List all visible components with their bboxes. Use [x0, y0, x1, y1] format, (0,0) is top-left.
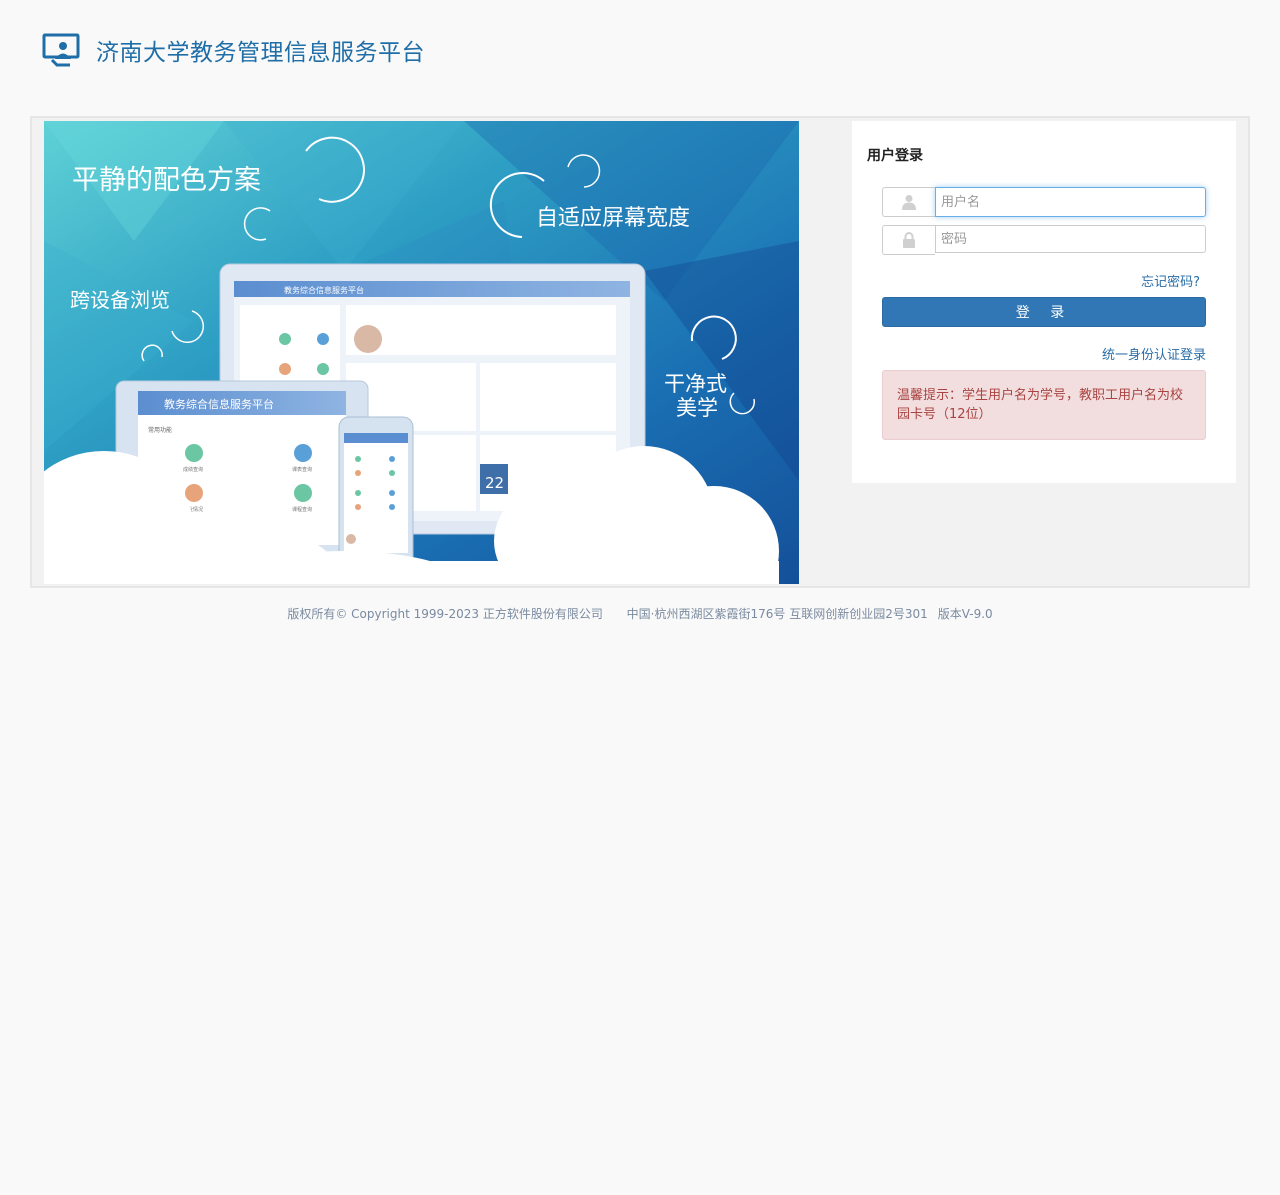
tile-label: 课程查询: [292, 506, 312, 513]
tile-label: 课表查询: [292, 466, 312, 473]
banner-illustration: 平静的配色方案 自适应屏幕宽度 跨设备浏览 干净式 美学 教务综合信息服务平台: [44, 121, 799, 584]
login-title: 用户登录: [867, 148, 923, 164]
footer-version: 版本V-9.0: [937, 607, 993, 621]
login-notice: 温馨提示：学生用户名为学号，教职工用户名为校园卡号（12位）: [882, 370, 1206, 440]
slogan-cross-device: 跨设备浏览: [70, 288, 170, 312]
lock-icon: [882, 225, 935, 255]
slogan-clean-line1: 干净式: [664, 372, 727, 396]
login-panel: 用户登录 忘记密码? 登 录 统一身份认证登录 温馨提示：学生用户名为学号，教: [852, 121, 1236, 483]
slogan-responsive: 自适应屏幕宽度: [536, 206, 690, 231]
calendar-day: 22: [485, 474, 504, 492]
footer: 版权所有© Copyright 1999-2023 正方软件股份有限公司 中国·…: [0, 605, 1280, 622]
tablet-section-title: 常用功能: [148, 426, 172, 434]
tablet-screen-title: 教务综合信息服务平台: [164, 397, 274, 411]
username-row: [882, 187, 1206, 217]
site-title: 济南大学教务管理信息服务平台: [96, 40, 425, 66]
username-input[interactable]: [935, 187, 1206, 217]
slogan-color-scheme: 平静的配色方案: [72, 165, 261, 196]
forgot-password-link[interactable]: 忘记密码?: [1141, 271, 1200, 290]
footer-address: 中国·杭州西湖区紫霞街176号 互联网创新创业园2号301: [626, 607, 928, 621]
slogan-clean-line2: 美学: [676, 396, 718, 420]
footer-copyright: 版权所有© Copyright 1999-2023 正方软件股份有限公司: [287, 607, 603, 621]
password-row: [882, 225, 1206, 255]
main-frame: 平静的配色方案 自适应屏幕宽度 跨设备浏览 干净式 美学 教务综合信息服务平台: [30, 116, 1250, 588]
promo-banner: 平静的配色方案 自适应屏幕宽度 跨设备浏览 干净式 美学 教务综合信息服务平台: [44, 121, 799, 584]
laptop-screen-title: 教务综合信息服务平台: [284, 285, 364, 295]
login-button[interactable]: 登 录: [882, 297, 1206, 327]
password-input[interactable]: [935, 225, 1206, 253]
user-icon: [882, 187, 935, 217]
sso-login-link[interactable]: 统一身份认证登录: [1102, 344, 1206, 363]
tile-label: 成绩查询: [183, 466, 203, 473]
site-header: 济南大学教务管理信息服务平台: [42, 30, 425, 70]
phone-mockup: [338, 416, 414, 568]
monitor-user-icon: [42, 33, 80, 67]
